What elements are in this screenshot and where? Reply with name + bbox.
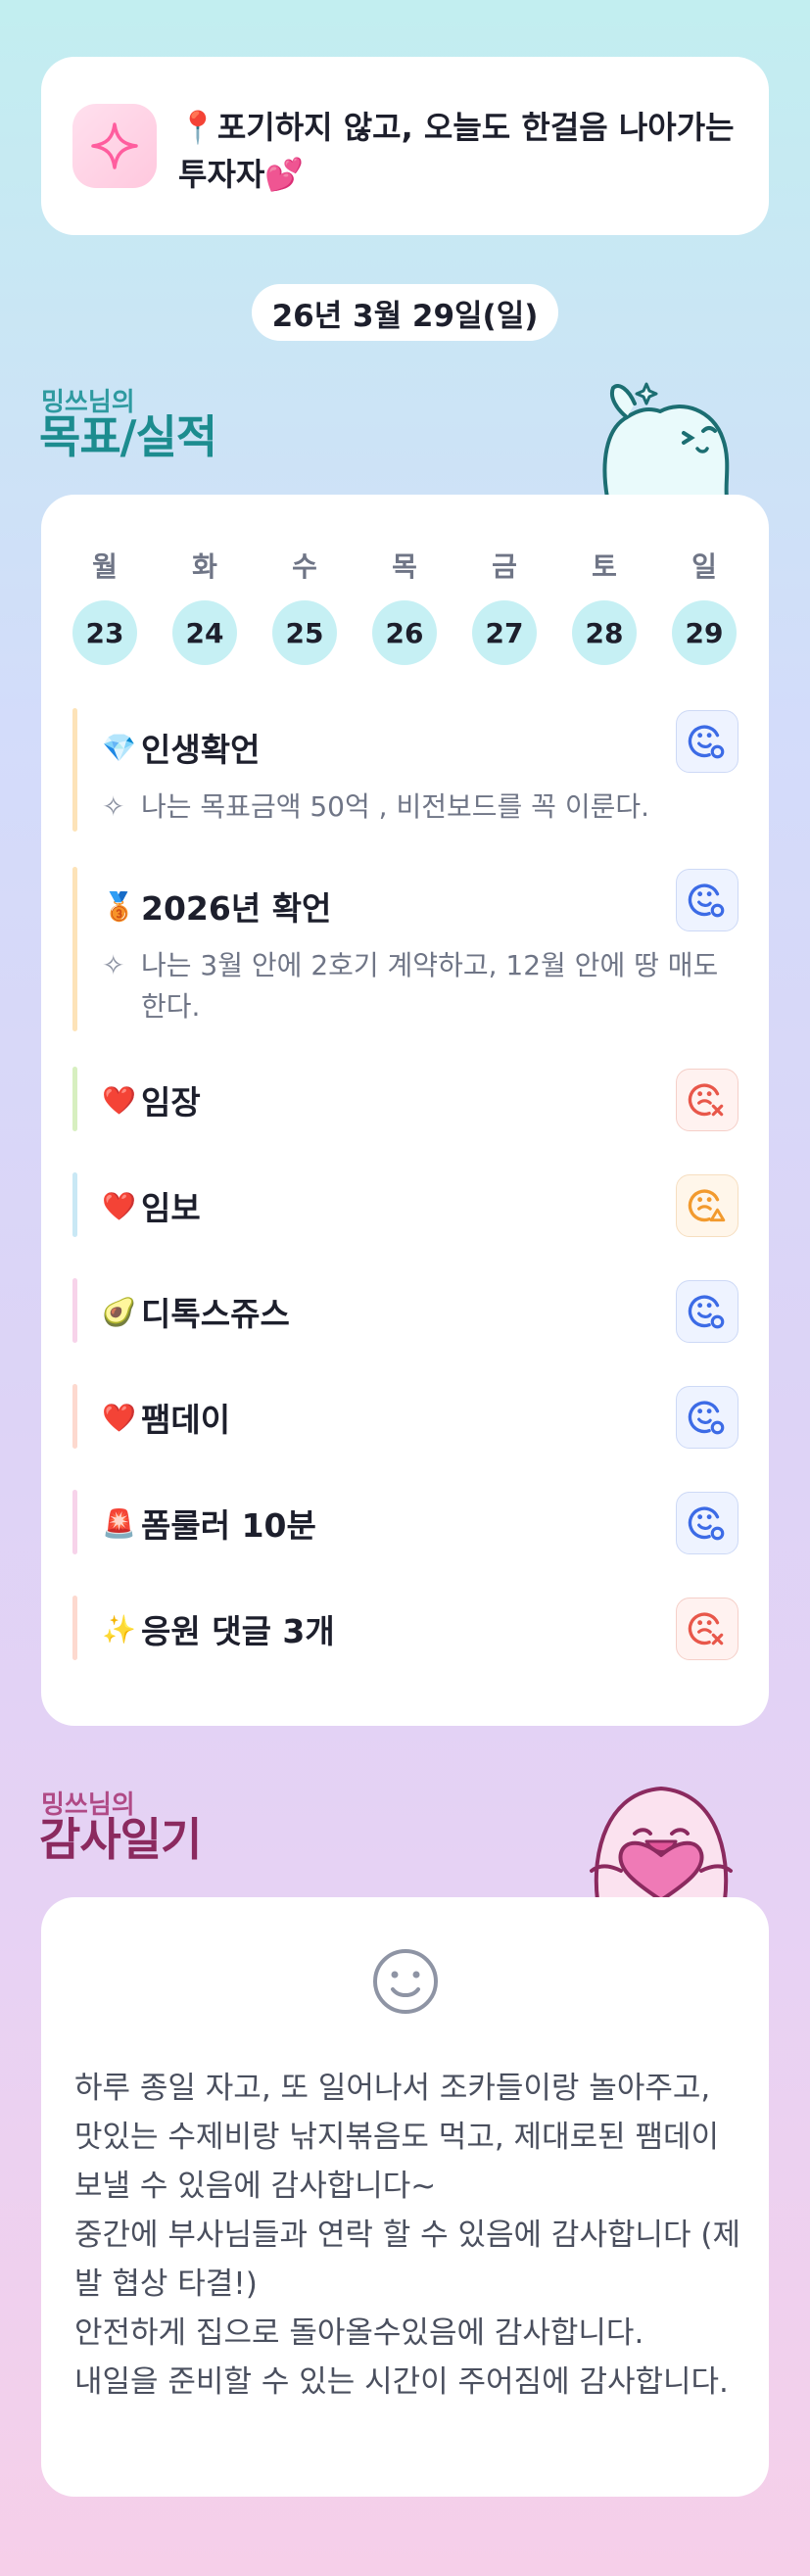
fail-face-icon (688, 1612, 724, 1646)
weekday-label: 일 (691, 550, 717, 583)
weekday-label: 월 (92, 550, 118, 583)
heart-icon: ❤️ (102, 1083, 136, 1117)
partial-face-icon (688, 1189, 726, 1222)
heart-icon: ❤️ (102, 1189, 136, 1222)
goal-description: ✧ 나는 목표금액 50억 , 비전보드를 꼭 이룬다. (102, 787, 690, 828)
goal-label: 임장 (141, 1083, 201, 1121)
goal-header: 🥉 2026년 확언 (102, 883, 331, 930)
goal-accent-bar (72, 1172, 77, 1237)
weekday-label: 목 (392, 550, 417, 583)
status-done-button[interactable] (676, 710, 739, 773)
weekday-label: 화 (192, 550, 217, 583)
sparkle-outline-icon: ✧ (102, 949, 125, 981)
day-25-button[interactable]: 25 (272, 600, 337, 665)
goal-header: ❤️ 팸데이 (102, 1394, 230, 1441)
goal-header: 🥑 디톡스쥬스 (102, 1288, 290, 1335)
sparkle-icon (72, 104, 157, 188)
goal-label: 팸데이 (141, 1401, 231, 1439)
day-28-button[interactable]: 28 (572, 600, 637, 665)
goal-accent-bar (72, 867, 77, 1031)
pin-icon: 📍 (178, 109, 217, 146)
status-done-button[interactable] (676, 869, 739, 931)
goal-accent-bar (72, 1384, 77, 1449)
sparkles-icon: ✨ (102, 1612, 136, 1646)
goal-accent-bar (72, 708, 77, 832)
day-27-button[interactable]: 27 (472, 600, 537, 665)
motto-card: 📍포기하지 않고, 오늘도 한걸음 나아가는 투자자💕 (41, 57, 769, 235)
goal-description: ✧ 나는 3월 안에 2호기 계약하고, 12월 안에 땅 매도한다. (102, 945, 719, 1027)
goal-item-family-day: ❤️ 팸데이 (72, 1384, 739, 1453)
done-face-icon (688, 1506, 725, 1541)
goal-label: 2026년 확언 (141, 889, 332, 928)
avocado-icon: 🥑 (102, 1295, 136, 1328)
goals-card: 월 화 수 목 금 토 일 23 24 25 26 27 28 29 💎 인생확… (41, 495, 769, 1726)
mascot-illustration (602, 382, 730, 498)
day-24-button[interactable]: 24 (172, 600, 237, 665)
status-fail-button[interactable] (676, 1069, 739, 1131)
goal-header: ❤️ 임보 (102, 1182, 201, 1229)
medal-icon: 🥉 (102, 889, 136, 923)
thanks-section-title: 감사일기 (39, 1813, 202, 1866)
fail-face-icon (688, 1083, 724, 1117)
motto-text: 📍포기하지 않고, 오늘도 한걸음 나아가는 투자자💕 (178, 104, 741, 198)
goal-accent-bar (72, 1490, 77, 1554)
goal-description-text: 나는 3월 안에 2호기 계약하고, 12월 안에 땅 매도한다. (141, 949, 719, 1023)
status-partial-button[interactable] (676, 1174, 739, 1237)
goal-header: ❤️ 임장 (102, 1076, 201, 1123)
day-29-button[interactable]: 29 (672, 600, 737, 665)
motto-label: 포기하지 않고, 오늘도 한걸음 나아가는 투자자 (178, 109, 735, 193)
goal-item-2026-affirmation: 🥉 2026년 확언 ✧ 나는 3월 안에 2호기 계약하고, 12월 안에 땅… (72, 867, 739, 1035)
weekday-label: 금 (492, 550, 517, 583)
status-done-button[interactable] (676, 1386, 739, 1449)
goal-accent-bar (72, 1278, 77, 1343)
status-fail-button[interactable] (676, 1598, 739, 1660)
gratitude-journal-card: 하루 종일 자고, 또 일어나서 조카들이랑 놀아주고, 맛있는 수제비랑 낚지… (41, 1897, 769, 2497)
mascot-heart-illustration (590, 1787, 733, 1900)
goals-section-title: 목표/실적 (39, 410, 217, 463)
heart-icon: ❤️ (102, 1401, 136, 1434)
goal-accent-bar (72, 1067, 77, 1131)
goal-label: 디톡스쥬스 (141, 1295, 290, 1333)
goal-header: ✨ 응원 댓글 3개 (102, 1605, 335, 1652)
siren-icon: 🚨 (102, 1506, 136, 1540)
goal-item-imjang: ❤️ 임장 (72, 1067, 739, 1135)
goal-label: 응원 댓글 3개 (141, 1612, 335, 1650)
goal-label: 폼룰러 10분 (141, 1506, 316, 1545)
status-done-button[interactable] (676, 1492, 739, 1554)
goal-item-foam-roller: 🚨 폼룰러 10분 (72, 1490, 739, 1558)
goal-item-support-comments: ✨ 응원 댓글 3개 (72, 1596, 739, 1664)
goal-item-imbo: ❤️ 임보 (72, 1172, 739, 1241)
gratitude-text: 하루 종일 자고, 또 일어나서 조카들이랑 놀아주고, 맛있는 수제비랑 낚지… (74, 2071, 740, 2400)
weekday-label: 수 (292, 550, 317, 583)
sparkle-outline-icon: ✧ (102, 790, 125, 823)
weekday-label: 토 (592, 550, 617, 583)
goal-label: 임보 (141, 1189, 201, 1227)
day-26-button[interactable]: 26 (372, 600, 437, 665)
done-face-icon (688, 1295, 725, 1329)
hearts-icon: 💕 (264, 156, 305, 193)
day-23-button[interactable]: 23 (72, 600, 137, 665)
goal-item-detox-juice: 🥑 디톡스쥬스 (72, 1278, 739, 1347)
done-face-icon (688, 725, 725, 759)
goal-accent-bar (72, 1596, 77, 1660)
status-done-button[interactable] (676, 1280, 739, 1343)
goal-header: 💎 인생확언 (102, 724, 260, 771)
done-face-icon (688, 883, 725, 918)
goal-description-text: 나는 목표금액 50억 , 비전보드를 꼭 이룬다. (141, 790, 649, 823)
goal-item-life-affirmation: 💎 인생확언 ✧ 나는 목표금액 50억 , 비전보드를 꼭 이룬다. (72, 708, 739, 835)
goal-label: 인생확언 (141, 731, 261, 769)
date-selector[interactable]: 26년 3월 29일(일) (252, 284, 558, 341)
diamond-icon: 💎 (102, 731, 136, 764)
neutral-smile-icon (373, 1949, 438, 2014)
done-face-icon (688, 1401, 725, 1435)
goal-header: 🚨 폼룰러 10분 (102, 1500, 316, 1547)
